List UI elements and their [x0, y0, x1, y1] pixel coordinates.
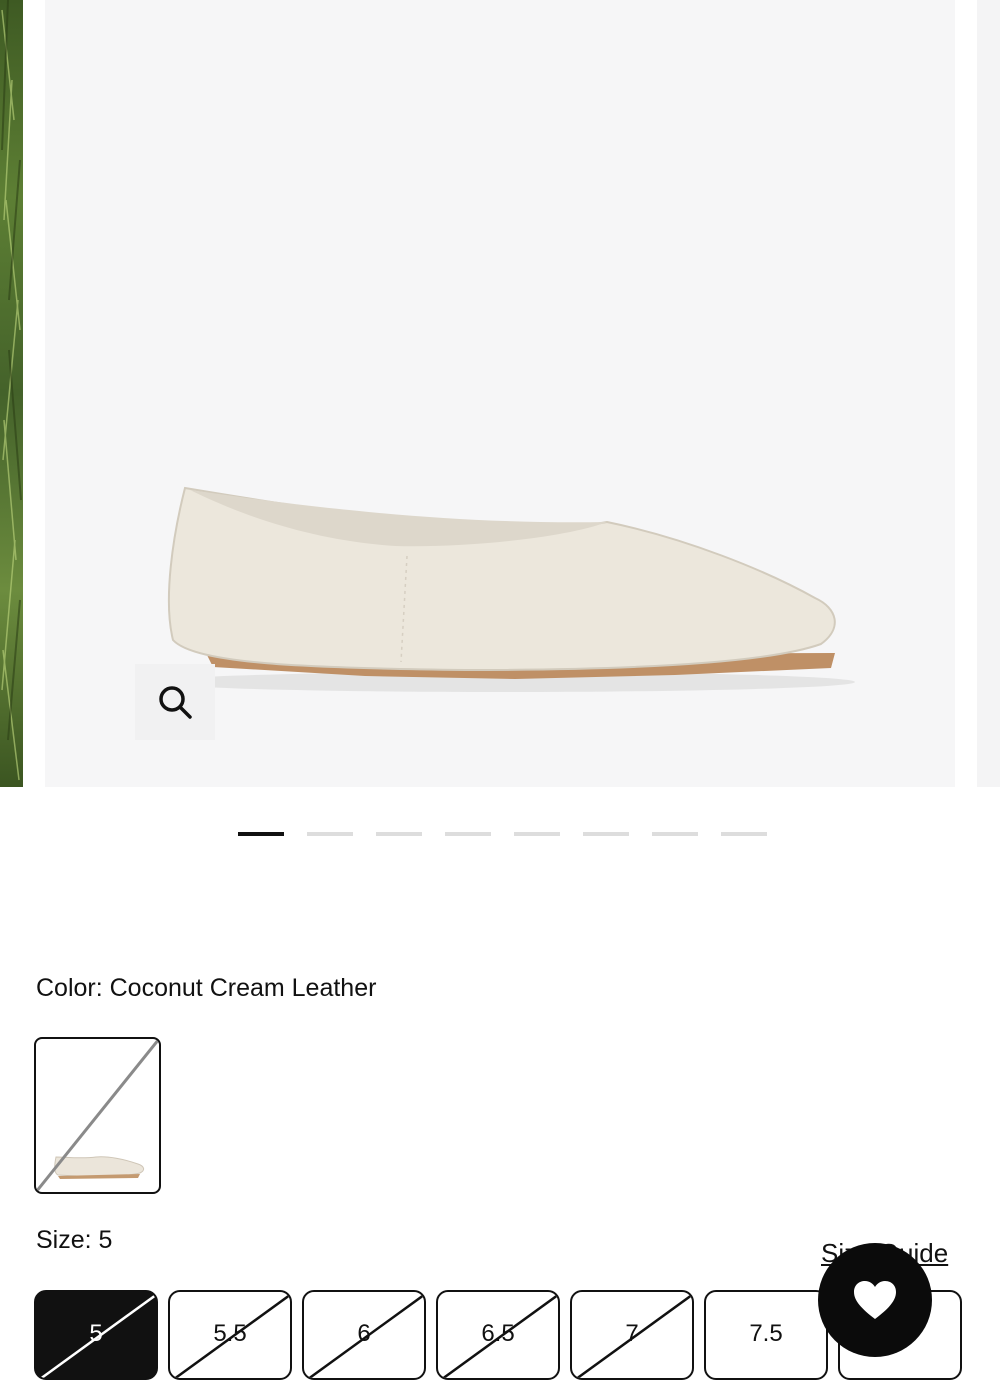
- size-option-button[interactable]: 6: [302, 1290, 426, 1380]
- unavailable-slash: [36, 1039, 159, 1192]
- size-option-button[interactable]: 5.5: [168, 1290, 292, 1380]
- favorite-button[interactable]: [818, 1243, 932, 1357]
- product-image-slide[interactable]: [45, 0, 955, 787]
- carousel-dot[interactable]: [583, 832, 629, 836]
- unavailable-slash: [441, 1293, 558, 1378]
- carousel-pagination: [238, 832, 767, 836]
- size-option-button[interactable]: 6.5: [436, 1290, 560, 1380]
- grass-texture: [1, 0, 22, 781]
- carousel-dot[interactable]: [445, 832, 491, 836]
- carousel-dot[interactable]: [376, 832, 422, 836]
- previous-slide-peek: [0, 0, 23, 787]
- color-label: Color: Coconut Cream Leather: [36, 974, 377, 1002]
- next-slide-peek: [977, 0, 1000, 787]
- carousel-dot[interactable]: [721, 832, 767, 836]
- search-icon: [159, 686, 192, 719]
- size-option-button[interactable]: 7.5: [704, 1290, 828, 1380]
- unavailable-slash: [575, 1293, 692, 1378]
- carousel-dot[interactable]: [307, 832, 353, 836]
- unavailable-slash: [307, 1293, 424, 1378]
- zoom-button[interactable]: [135, 664, 215, 740]
- size-option-button[interactable]: 7: [570, 1290, 694, 1380]
- carousel-dot[interactable]: [652, 832, 698, 836]
- size-option-button[interactable]: 5: [34, 1290, 158, 1380]
- color-swatch-coconut-cream[interactable]: [34, 1037, 161, 1194]
- unavailable-slash: [173, 1293, 290, 1378]
- carousel-dot[interactable]: [514, 832, 560, 836]
- size-label: Size: 5: [36, 1226, 113, 1254]
- unavailable-slash: [39, 1293, 156, 1378]
- size-option-label: 7.5: [749, 1320, 783, 1347]
- carousel-dot[interactable]: [238, 832, 284, 836]
- heart-icon: [854, 1281, 896, 1319]
